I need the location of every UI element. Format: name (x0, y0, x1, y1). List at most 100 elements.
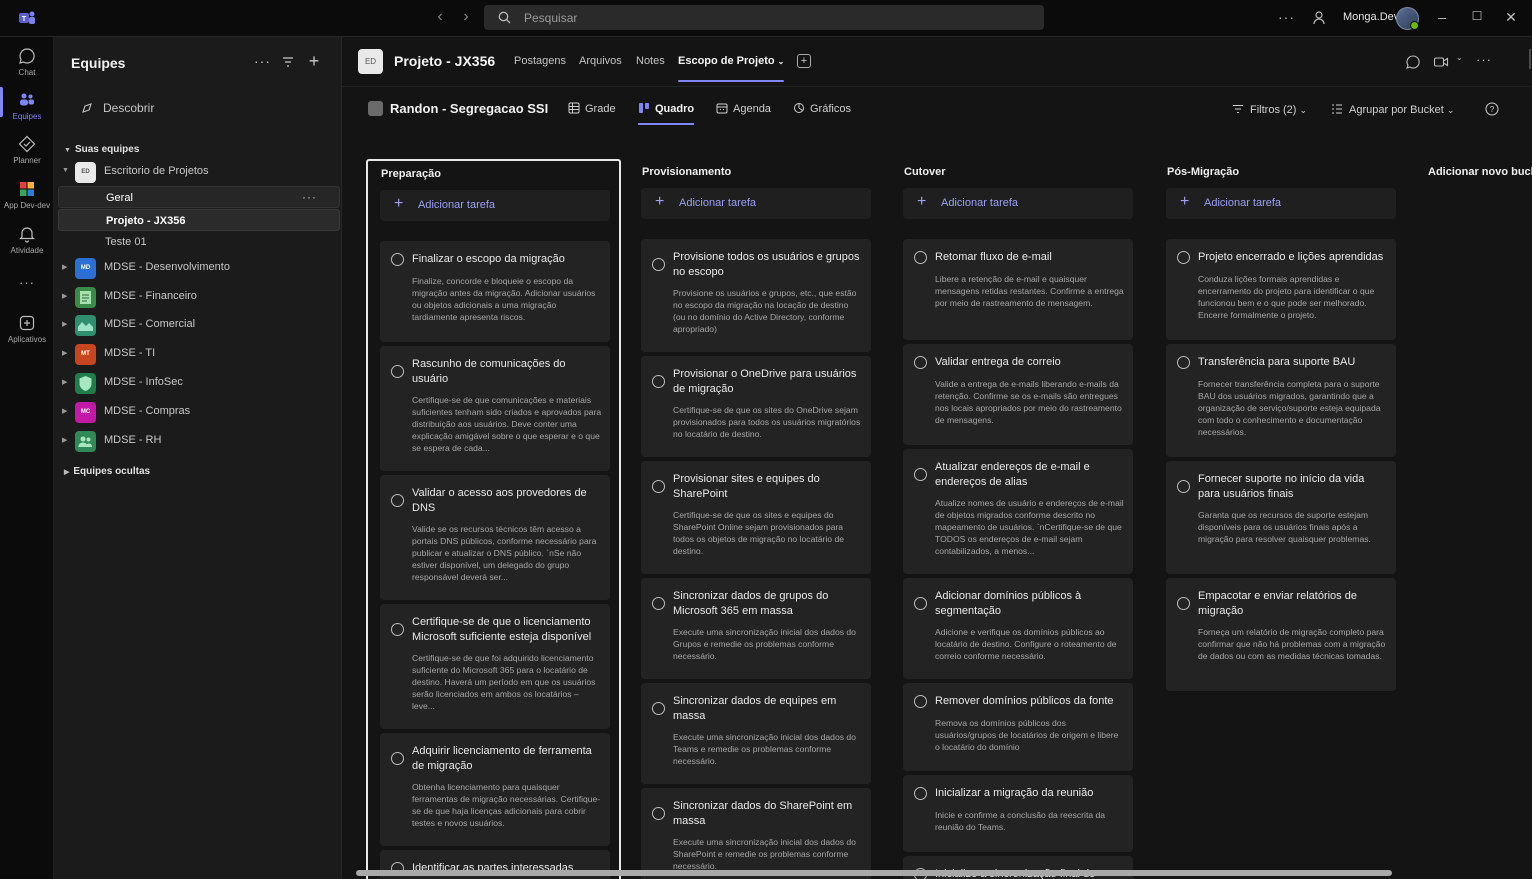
task-card[interactable]: Empacotar e enviar relatórios de migraçã… (1166, 578, 1396, 691)
task-card[interactable]: Provisione todos os usuários e grupos no… (641, 239, 871, 352)
team-desenvolvimento[interactable]: ▶ MD MDSE - Desenvolvimento (58, 256, 342, 280)
team-escritorio[interactable]: ▼ ED Escritorio de Projetos (58, 160, 342, 184)
task-complete-checkbox[interactable] (391, 365, 404, 378)
team-infosec[interactable]: ▶ MDSE - InfoSec (58, 371, 342, 395)
tab-grade[interactable]: Grade (568, 102, 616, 115)
tab-postagens[interactable]: Postagens (514, 55, 566, 67)
add-task-button[interactable]: + Adicionar tarefa (641, 188, 871, 219)
minimize-icon[interactable]: – (1434, 9, 1450, 25)
team-rh[interactable]: ▶ MDSE - RH (58, 429, 342, 453)
chevron-down-icon[interactable]: ⌄ (1456, 53, 1463, 62)
task-complete-checkbox[interactable] (914, 468, 927, 481)
team-comercial[interactable]: ▶ MDSE - Comercial (58, 313, 342, 337)
tab-arquivos[interactable]: Arquivos (579, 55, 622, 67)
tab-graficos[interactable]: Gráficos (793, 102, 851, 115)
task-card[interactable]: Provisionar sites e equipes do SharePoin… (641, 461, 871, 574)
task-card[interactable]: Sincronizar dados do SharePoint em massa… (641, 788, 871, 879)
add-bucket[interactable]: Adicionar novo bucket (1416, 159, 1532, 879)
your-teams-header[interactable]: ▼ Suas equipes (64, 144, 139, 155)
rail-item-planner[interactable]: Planner (0, 135, 54, 165)
vertical-scrollbar[interactable] (1529, 49, 1531, 69)
task-complete-checkbox[interactable] (914, 251, 927, 264)
bucket-cutover[interactable]: Cutover + Adicionar tarefa Retomar fluxo … (891, 159, 1146, 879)
rail-item-app-dev[interactable]: App Dev-dev (0, 180, 54, 210)
task-card[interactable]: Rascunho de comunicações do usuário Cert… (380, 346, 610, 471)
task-complete-checkbox[interactable] (914, 356, 927, 369)
hidden-teams-header[interactable]: ▶ Equipes ocultas (64, 466, 150, 477)
people-icon[interactable] (1311, 10, 1327, 26)
task-complete-checkbox[interactable] (914, 695, 927, 708)
user-name[interactable]: Monga.Dev (1343, 11, 1399, 23)
task-complete-checkbox[interactable] (652, 807, 665, 820)
team-ti[interactable]: ▶ MT MDSE - TI (58, 342, 342, 366)
more-options-icon[interactable]: ··· (302, 190, 317, 204)
add-task-button[interactable]: + Adicionar tarefa (380, 190, 610, 221)
task-card[interactable]: Validar o acesso aos provedores de DNS V… (380, 475, 610, 600)
task-complete-checkbox[interactable] (652, 597, 665, 610)
search-input[interactable] (524, 5, 1024, 30)
task-complete-checkbox[interactable] (914, 597, 927, 610)
maximize-icon[interactable]: ☐ (1469, 9, 1485, 23)
rail-item-activity[interactable]: Atividade (0, 225, 54, 255)
task-card[interactable]: Provisionar o OneDrive para usuários de … (641, 356, 871, 457)
task-complete-checkbox[interactable] (652, 480, 665, 493)
task-complete-checkbox[interactable] (391, 253, 404, 266)
more-options-icon[interactable]: ··· (254, 53, 270, 69)
bucket-pos-migracao[interactable]: Pós-Migração + Adicionar tarefa Projeto e… (1154, 159, 1409, 879)
task-complete-checkbox[interactable] (914, 787, 927, 800)
add-bucket-label[interactable]: Adicionar novo bucket (1428, 166, 1532, 178)
more-options-icon[interactable]: ··· (1278, 9, 1295, 25)
task-card[interactable]: Sincronizar dados de grupos do Microsoft… (641, 578, 871, 679)
avatar[interactable] (1396, 7, 1419, 30)
task-card[interactable]: Transferência para suporte BAU Fornecer … (1166, 344, 1396, 457)
help-icon[interactable]: ? (1485, 102, 1499, 116)
bucket-preparacao[interactable]: Preparação + Adicionar tarefa Finalizar o… (366, 159, 621, 879)
horizontal-scrollbar[interactable] (356, 870, 1392, 876)
bucket-provisionamento[interactable]: Provisionamento + Adicionar tarefa Provis… (629, 159, 884, 879)
filters-button[interactable]: Filtros (2) ⌄ (1232, 103, 1307, 116)
task-card[interactable]: Retomar fluxo de e-mail Libere a retençã… (903, 239, 1133, 340)
task-complete-checkbox[interactable] (652, 258, 665, 271)
tab-escopo[interactable]: Escopo de Projeto ⌄ (678, 55, 785, 82)
discover-link[interactable]: Descobrir (103, 101, 154, 115)
chat-bubble-icon[interactable] (1405, 54, 1421, 70)
discover-icon[interactable] (80, 101, 94, 115)
task-card[interactable]: Adicionar domínios públicos à segmentaçã… (903, 578, 1133, 679)
task-complete-checkbox[interactable] (391, 623, 404, 636)
add-tab-icon[interactable]: + (797, 54, 811, 68)
task-card[interactable]: Certifique-se de que o licenciamento Mic… (380, 604, 610, 729)
task-card[interactable]: Remover domínios públicos da fonte Remov… (903, 683, 1133, 771)
forward-arrow-icon[interactable]: › (458, 8, 474, 26)
task-card[interactable]: Atualizar endereços de e-mail e endereço… (903, 449, 1133, 574)
task-card[interactable]: Validar entrega de correio Valide a entr… (903, 344, 1133, 445)
task-card[interactable]: Projeto encerrado e lições aprendidas Co… (1166, 239, 1396, 340)
task-complete-checkbox[interactable] (652, 375, 665, 388)
add-icon[interactable]: + (306, 51, 322, 72)
tab-notes[interactable]: Notes (636, 55, 665, 67)
task-card[interactable]: Adquirir licenciamento de ferramenta de … (380, 733, 610, 846)
video-icon[interactable] (1433, 54, 1449, 70)
channel-geral[interactable]: Geral ··· (58, 186, 340, 208)
task-complete-checkbox[interactable] (1177, 251, 1190, 264)
task-card[interactable]: Fornecer suporte no início da vida para … (1166, 461, 1396, 574)
task-complete-checkbox[interactable] (1177, 480, 1190, 493)
group-by-button[interactable]: Agrupar por Bucket ⌄ (1331, 103, 1454, 116)
more-options-icon[interactable]: ··· (1476, 52, 1492, 67)
channel-teste[interactable]: Teste 01 (58, 231, 340, 253)
channel-projeto[interactable]: Projeto - JX356 (58, 209, 340, 231)
more-apps-icon[interactable]: ··· (0, 275, 54, 290)
task-complete-checkbox[interactable] (391, 494, 404, 507)
task-complete-checkbox[interactable] (391, 752, 404, 765)
task-card[interactable]: Finalizar o escopo da migração Finalize,… (380, 241, 610, 342)
back-arrow-icon[interactable]: ‹ (432, 8, 448, 26)
rail-item-apps[interactable]: Aplicativos (0, 314, 54, 344)
task-card[interactable]: Inicializar a migração da reunião Inicie… (903, 775, 1133, 852)
search-box[interactable] (484, 5, 1044, 30)
add-task-button[interactable]: + Adicionar tarefa (1166, 188, 1396, 219)
task-complete-checkbox[interactable] (1177, 356, 1190, 369)
rail-item-teams[interactable]: Equipes (0, 87, 54, 121)
tab-quadro[interactable]: Quadro (638, 102, 695, 125)
rail-item-chat[interactable]: Chat (0, 47, 54, 77)
task-complete-checkbox[interactable] (652, 702, 665, 715)
tab-agenda[interactable]: Agenda (716, 102, 771, 115)
